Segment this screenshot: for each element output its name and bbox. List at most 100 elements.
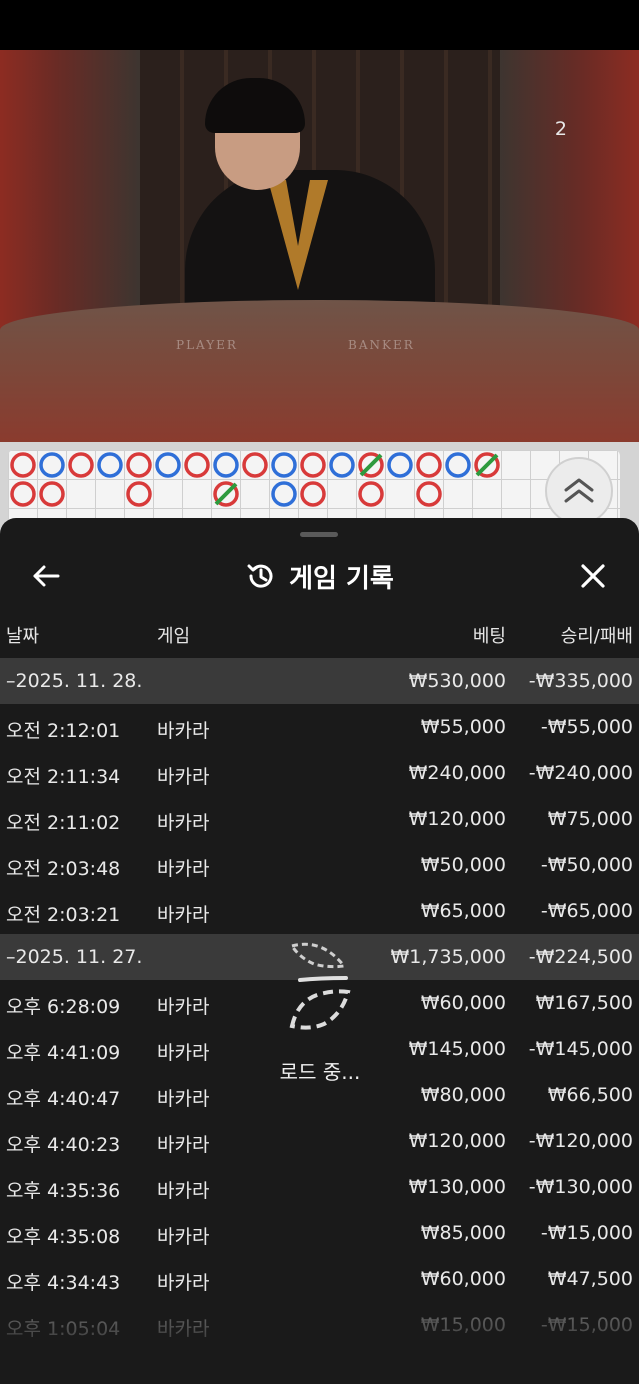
row-result: -₩130,000 — [528, 1176, 633, 1198]
row-game: 바카라 — [157, 812, 210, 834]
row-result: -₩145,000 — [528, 1038, 633, 1060]
group-date: –2025. 11. 27. — [6, 946, 143, 968]
road-mark — [97, 452, 123, 478]
table-row[interactable]: 오전 2:12:01 바카라 ₩55,000 -₩55,000 — [0, 704, 639, 750]
road-mark — [271, 452, 297, 478]
road-mark — [300, 481, 326, 507]
expand-roadmap-button[interactable] — [545, 457, 613, 525]
row-result: -₩50,000 — [540, 854, 633, 876]
row-bet: ₩240,000 — [408, 762, 506, 784]
row-game: 바카라 — [157, 1226, 210, 1248]
table-row[interactable]: 오전 2:11:02 바카라 ₩120,000 ₩75,000 — [0, 796, 639, 842]
row-bet: ₩120,000 — [408, 1130, 506, 1152]
wall-decoration-left — [0, 50, 140, 350]
table-row[interactable]: 오후 4:35:36 바카라 ₩130,000 -₩130,000 — [0, 1164, 639, 1210]
road-mark — [271, 481, 297, 507]
road-mark — [445, 452, 471, 478]
road-mark — [329, 452, 355, 478]
row-time: 오후 4:40:47 — [6, 1088, 121, 1110]
row-time: 오후 4:35:08 — [6, 1226, 121, 1248]
row-game: 바카라 — [157, 996, 210, 1018]
sheet-header: 게임 기록 — [0, 544, 639, 604]
row-bet: ₩65,000 — [420, 900, 506, 922]
row-bet: ₩50,000 — [420, 854, 506, 876]
row-game: 바카라 — [157, 858, 210, 880]
row-result: -₩65,000 — [540, 900, 633, 922]
row-result: -₩240,000 — [528, 762, 633, 784]
loading-spinner-icon — [289, 942, 351, 1030]
column-result: 승리/패배 — [560, 626, 633, 647]
table-row[interactable]: 오후 4:34:43 바카라 ₩60,000 ₩47,500 — [0, 1256, 639, 1302]
row-time: 오전 2:11:02 — [6, 812, 121, 834]
row-game: 바카라 — [157, 1272, 210, 1294]
road-mark — [213, 452, 239, 478]
road-mark — [155, 452, 181, 478]
row-time: 오전 2:11:34 — [6, 766, 121, 788]
column-date: 날짜 — [6, 626, 40, 647]
row-result: ₩66,500 — [547, 1084, 633, 1106]
group-bet-total: ₩1,735,000 — [390, 946, 506, 968]
live-video: PLAYER BANKER 2 — [0, 50, 639, 442]
row-time: 오후 4:41:09 — [6, 1042, 121, 1064]
group-bet-total: ₩530,000 — [408, 670, 506, 692]
game-history-sheet: 게임 기록 날짜 게임 베팅 승리/패배 –2025. 11. 28. ₩530,… — [0, 518, 639, 1384]
group-result-total: -₩224,500 — [528, 946, 633, 968]
row-time: 오전 2:12:01 — [6, 720, 121, 742]
row-result: -₩55,000 — [540, 716, 633, 738]
road-mark — [126, 452, 152, 478]
wall-decoration-right — [499, 50, 639, 350]
table-header: 날짜 게임 베팅 승리/패배 — [0, 622, 639, 652]
sheet-drag-handle[interactable] — [300, 532, 338, 537]
table-row[interactable]: 오후 4:40:23 바카라 ₩120,000 -₩120,000 — [0, 1118, 639, 1164]
road-mark — [10, 481, 36, 507]
row-result: ₩167,500 — [535, 992, 633, 1014]
row-game: 바카라 — [157, 1042, 210, 1064]
chevron-up-icon — [564, 478, 594, 503]
row-game: 바카라 — [157, 1088, 210, 1110]
row-bet: ₩60,000 — [420, 992, 506, 1014]
baccarat-table — [0, 300, 639, 442]
table-row[interactable]: 오전 2:03:48 바카라 ₩50,000 -₩50,000 — [0, 842, 639, 888]
loading-indicator: 로드 중... — [270, 938, 370, 1088]
table-row[interactable]: 오후 4:35:08 바카라 ₩85,000 -₩15,000 — [0, 1210, 639, 1256]
table-banker-label: BANKER — [348, 338, 415, 352]
row-time: 오후 4:40:23 — [6, 1134, 121, 1156]
road-mark — [387, 452, 413, 478]
close-icon — [581, 564, 605, 588]
row-bet: ₩60,000 — [420, 1268, 506, 1290]
road-mark — [242, 452, 268, 478]
list-fade — [0, 1314, 639, 1384]
road-mark — [300, 452, 326, 478]
row-game: 바카라 — [157, 720, 210, 742]
row-time: 오후 6:28:09 — [6, 996, 121, 1018]
table-row[interactable]: 오전 2:03:21 바카라 ₩65,000 -₩65,000 — [0, 888, 639, 934]
group-result-total: -₩335,000 — [528, 670, 633, 692]
column-bet: 베팅 — [472, 626, 506, 647]
row-game: 바카라 — [157, 1134, 210, 1156]
row-bet: ₩85,000 — [420, 1222, 506, 1244]
table-player-label: PLAYER — [176, 338, 238, 352]
row-result: ₩75,000 — [547, 808, 633, 830]
row-game: 바카라 — [157, 766, 210, 788]
row-game: 바카라 — [157, 1180, 210, 1202]
road-mark — [10, 452, 36, 478]
road-mark — [126, 481, 152, 507]
group-date: –2025. 11. 28. — [6, 670, 143, 692]
row-result: -₩15,000 — [540, 1222, 633, 1244]
row-result: ₩47,500 — [547, 1268, 633, 1290]
road-mark — [184, 452, 210, 478]
page-title: 게임 기록 — [289, 563, 394, 594]
road-mark — [416, 481, 442, 507]
table-row[interactable]: 오전 2:11:34 바카라 ₩240,000 -₩240,000 — [0, 750, 639, 796]
row-time: 오전 2:03:48 — [6, 858, 121, 880]
row-result: -₩120,000 — [528, 1130, 633, 1152]
row-time: 오후 4:34:43 — [6, 1272, 121, 1294]
road-mark — [39, 452, 65, 478]
column-game: 게임 — [157, 626, 191, 647]
road-mark — [416, 452, 442, 478]
date-group-row[interactable]: –2025. 11. 28. ₩530,000 -₩335,000 — [0, 658, 639, 704]
row-bet: ₩80,000 — [420, 1084, 506, 1106]
road-mark — [358, 481, 384, 507]
row-bet: ₩145,000 — [408, 1038, 506, 1060]
close-button[interactable] — [573, 556, 613, 596]
